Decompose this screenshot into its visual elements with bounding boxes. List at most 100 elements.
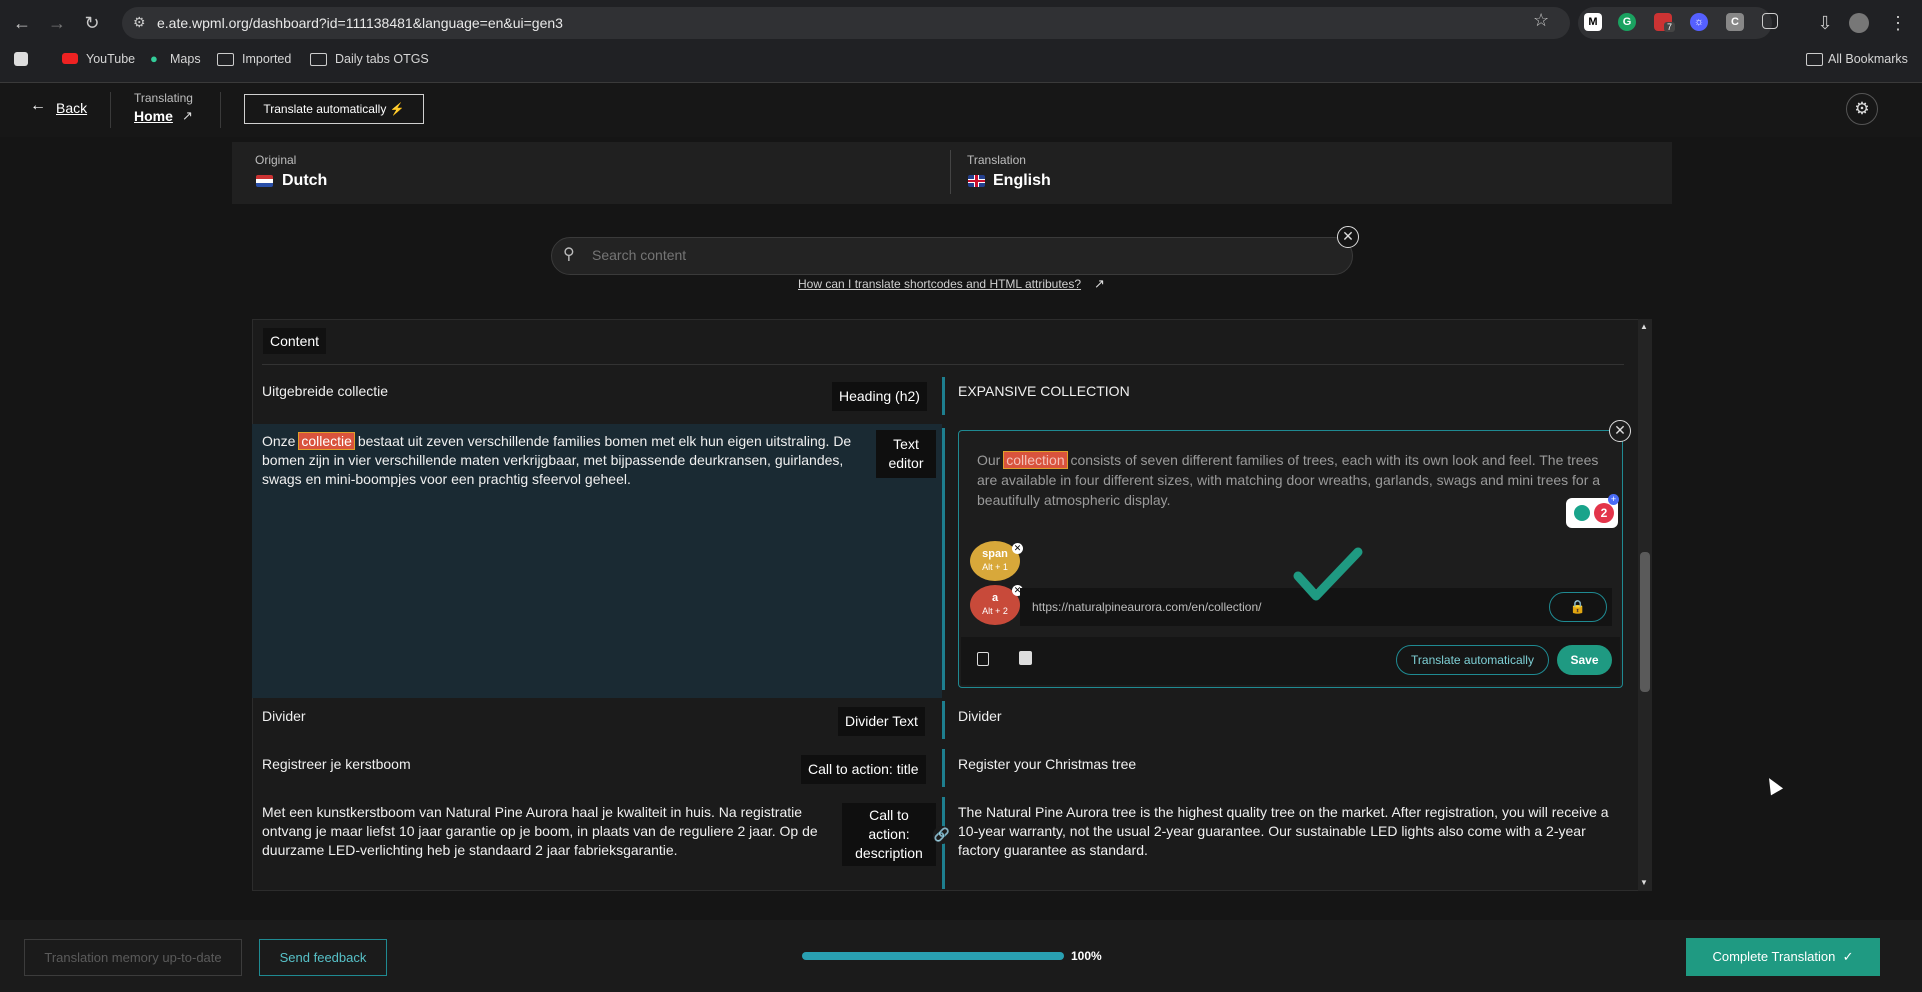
translating-label: Translating — [134, 91, 193, 105]
settings-gear-icon[interactable]: ⚙ — [1846, 93, 1878, 125]
translation-text[interactable]: EXPANSIVE COLLECTION — [958, 382, 1608, 401]
tag-shortcut: Alt + 2 — [982, 606, 1008, 616]
source-text: Divider — [262, 708, 306, 724]
uk-flag-icon — [968, 175, 985, 187]
help-link[interactable]: How can I translate shortcodes and HTML … — [798, 277, 1081, 291]
tag-shortcut: Alt + 1 — [982, 562, 1008, 572]
grammarly-widget[interactable]: 2 + — [1566, 494, 1619, 528]
complete-translation-label: Complete Translation — [1712, 949, 1836, 964]
bookmark-daily-tabs[interactable]: Daily tabs OTGS — [335, 52, 429, 66]
translate-automatically-label: Translate automatically — [263, 102, 387, 116]
progress-label: 100% — [1071, 949, 1102, 963]
content-section-label: Content — [263, 328, 327, 354]
translation-language: English — [993, 172, 1051, 189]
external-link-icon[interactable]: ↗ — [1094, 276, 1105, 292]
scroll-down-icon[interactable]: ▼ — [1640, 878, 1648, 887]
grammar-issue-count: 2 — [1594, 503, 1614, 523]
grammarly-extension-icon[interactable]: G — [1618, 13, 1636, 31]
link-icon[interactable]: 🔗 — [933, 826, 951, 844]
extension-badge: 7 — [1664, 22, 1676, 32]
row-indicator — [942, 749, 945, 787]
language-bar — [232, 142, 1672, 204]
divider — [950, 150, 951, 194]
youtube-icon — [62, 53, 78, 64]
download-icon[interactable]: ⇩ — [1813, 11, 1837, 35]
field-type-badge: Text editor — [876, 430, 936, 478]
lock-icon[interactable]: 🔒 — [1549, 592, 1607, 622]
row-indicator — [942, 701, 945, 739]
close-icon[interactable]: ✕ — [1337, 226, 1359, 248]
puzzle-extensions-icon[interactable] — [1762, 13, 1778, 29]
translation-text[interactable]: The Natural Pine Aurora tree is the high… — [958, 803, 1628, 860]
field-type-badge: Heading (h2) — [832, 382, 927, 411]
field-type-badge: Call to action: description — [842, 803, 936, 866]
translate-automatically-button[interactable]: Translate automatically ⚡ — [244, 94, 424, 124]
save-disk-icon[interactable] — [1019, 651, 1032, 665]
folder-icon — [1806, 53, 1823, 66]
apps-icon[interactable] — [14, 52, 28, 66]
bookmark-star-icon[interactable]: ☆ — [1533, 10, 1549, 31]
field-type-badge: Divider Text — [838, 707, 925, 736]
row-indicator — [942, 377, 945, 415]
progress-fill — [802, 952, 1064, 960]
mouse-cursor — [1762, 774, 1784, 796]
close-icon[interactable]: ✕ — [1609, 420, 1631, 442]
c-extension-icon[interactable]: C — [1726, 13, 1744, 31]
field-type-badge: Call to action: title — [801, 755, 926, 784]
folder-icon — [310, 53, 327, 66]
bookmark-youtube[interactable]: YouTube — [86, 52, 135, 66]
save-button[interactable]: Save — [1557, 645, 1612, 675]
malwarebytes-extension-icon[interactable]: M — [1584, 13, 1602, 31]
translation-text[interactable]: Divider — [958, 707, 1608, 726]
divider — [110, 92, 111, 128]
external-link-icon[interactable]: ↗ — [182, 108, 193, 124]
scrollbar-thumb[interactable] — [1640, 552, 1650, 692]
source-text: Met een kunstkerstboom van Natural Pine … — [262, 804, 818, 858]
back-link[interactable]: Back — [56, 100, 87, 116]
source-text: Uitgebreide collectie — [262, 383, 389, 399]
reload-icon[interactable]: ↻ — [80, 11, 104, 35]
send-feedback-button[interactable]: Send feedback — [259, 939, 387, 976]
copy-icon[interactable] — [977, 652, 989, 666]
dutch-flag-icon — [256, 175, 273, 187]
lightning-icon: ⚡ — [389, 102, 405, 116]
grammarly-icon — [1574, 505, 1590, 521]
back-arrow-icon[interactable]: ← — [10, 11, 34, 35]
check-icon: ✓ — [1842, 949, 1854, 964]
all-bookmarks[interactable]: All Bookmarks — [1828, 52, 1908, 66]
translation-textarea[interactable]: Our collection consists of seven differe… — [977, 450, 1609, 510]
original-language: Dutch — [282, 172, 328, 189]
bookmark-imported[interactable]: Imported — [242, 52, 291, 66]
row-indicator — [942, 428, 945, 690]
page-name-link[interactable]: Home — [134, 108, 173, 124]
forward-arrow-icon[interactable]: → — [45, 11, 69, 35]
original-label: Original — [255, 153, 297, 167]
kebab-menu-icon[interactable]: ⋮ — [1886, 11, 1910, 35]
url-text[interactable]: e.ate.wpml.org/dashboard?id=111138481&la… — [157, 15, 563, 31]
source-text: Onze collectie bestaat uit zeven verschi… — [262, 432, 852, 487]
translation-memory-button[interactable]: Translation memory up-to-date — [24, 939, 242, 976]
highlighted-term: collectie — [298, 432, 355, 450]
sun-extension-icon[interactable]: ☼ — [1690, 13, 1708, 31]
maps-pin-icon: ● — [150, 51, 158, 66]
remove-tag-icon[interactable]: ✕ — [1012, 543, 1023, 554]
search-icon: ⚲ — [563, 246, 575, 263]
translation-text[interactable]: Register your Christmas tree — [958, 755, 1608, 774]
source-text: Registreer je kerstboom — [262, 756, 411, 772]
divider — [220, 92, 221, 128]
bookmark-maps[interactable]: Maps — [170, 52, 201, 66]
checkmark-icon — [1293, 547, 1363, 601]
translate-automatically-button[interactable]: Translate automatically — [1396, 645, 1549, 675]
divider — [262, 364, 1624, 365]
folder-icon — [217, 53, 234, 66]
back-arrow-icon[interactable]: ← — [30, 97, 46, 115]
profile-avatar[interactable] — [1849, 13, 1869, 33]
plus-icon: + — [1608, 494, 1619, 505]
highlighted-term: collection — [1003, 451, 1068, 469]
link-url-value[interactable]: https://naturalpineaurora.com/en/collect… — [1032, 600, 1261, 614]
complete-translation-button[interactable]: Complete Translation ✓ — [1686, 938, 1880, 976]
translation-label: Translation — [967, 153, 1026, 167]
site-info-icon[interactable]: ⚙ — [133, 14, 146, 31]
search-input[interactable] — [590, 246, 1294, 264]
scroll-up-icon[interactable]: ▲ — [1640, 322, 1648, 331]
